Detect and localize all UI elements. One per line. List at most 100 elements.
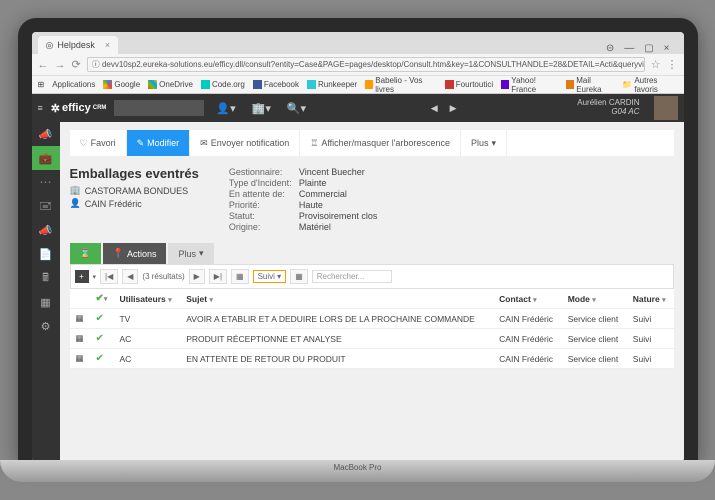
bookmark[interactable]: OneDrive	[148, 80, 193, 89]
menu-icon[interactable]: ⋮	[667, 58, 678, 71]
tab-plus[interactable]: Plus ▾	[168, 243, 213, 264]
record-title: Emballages eventrés	[70, 166, 199, 181]
forward-icon[interactable]: →	[55, 59, 66, 71]
back-icon[interactable]: ←	[38, 59, 49, 71]
bookmark-folder[interactable]: 📁 Autres favoris	[622, 76, 677, 94]
bookmark[interactable]: Runkeeper	[307, 80, 357, 89]
col-sujet[interactable]: Sujet ▾	[180, 289, 493, 309]
bookmark[interactable]: Code.org	[201, 80, 245, 89]
last-page-icon[interactable]: ▶|	[209, 269, 227, 284]
cell-user: TV	[113, 309, 180, 329]
first-page-icon[interactable]: |◀	[100, 269, 118, 284]
bookmark[interactable]: Facebook	[253, 80, 299, 89]
actions-table: ✔▾ Utilisateurs ▾ Sujet ▾ Contact ▾ Mode…	[70, 289, 674, 369]
cell-mode: Service client	[562, 349, 627, 369]
sidebar-item[interactable]: 📣	[32, 122, 60, 146]
app-topbar: ≡ ✲efficyCRM 👤▾ 🏢▾ 🔍▾ ◀ ▶ Aurélien CARDI…	[32, 94, 684, 122]
address-input[interactable]: ⓘ devv10sp2.eureka-solutions.eu/efficy.d…	[87, 57, 645, 72]
col-users[interactable]: Utilisateurs ▾	[113, 289, 180, 309]
star-icon[interactable]: ☆	[651, 58, 661, 71]
row-menu-icon[interactable]: ▦	[70, 349, 90, 369]
browser-tab[interactable]: ◎ Helpdesk ×	[38, 36, 119, 54]
prev-page-icon[interactable]: ◀	[122, 269, 138, 284]
row-menu-icon[interactable]: ▦	[70, 329, 90, 349]
cell-user: AC	[113, 349, 180, 369]
prev-icon[interactable]: ◀	[431, 103, 438, 114]
sidebar-item[interactable]: 📄	[32, 242, 60, 266]
bookmark[interactable]: Mail Eureka	[566, 76, 614, 94]
apps-icon[interactable]: ⊞	[38, 80, 45, 89]
url-bar: ← → ⟳ ⓘ devv10sp2.eureka-solutions.eu/ef…	[32, 54, 684, 76]
sub-tabs: ⌛ 📍 Actions Plus ▾	[70, 243, 674, 264]
user-code: G04 AC	[577, 108, 639, 117]
sidebar-item-active[interactable]: 💼	[32, 146, 60, 170]
sidebar-item[interactable]: ⚙	[32, 314, 60, 338]
info-icon: ⓘ	[92, 59, 100, 70]
browser-tabs: ◎ Helpdesk × ⊝ — ▢ ×	[32, 32, 684, 54]
user-icon[interactable]: 👤▾	[212, 102, 239, 115]
cell-sujet: AVOIR A ETABLIR ET A DEDUIRE LORS DE LA …	[180, 309, 493, 329]
close-window-icon[interactable]: ×	[664, 43, 670, 54]
bookmark[interactable]: Yahoo! France	[501, 76, 558, 94]
tab-actions[interactable]: 📍 Actions	[103, 243, 167, 264]
grid-search-input[interactable]: Rechercher...	[312, 270, 392, 283]
sidebar-item[interactable]: 📣	[32, 218, 60, 242]
check-icon: ✔	[90, 349, 114, 369]
grid-icon[interactable]: ▦	[231, 269, 249, 284]
global-search-input[interactable]	[114, 100, 204, 116]
minimize-icon[interactable]: —	[624, 43, 634, 54]
laptop-base: MacBook Pro	[0, 460, 715, 482]
url-text: devv10sp2.eureka-solutions.eu/efficy.dll…	[102, 60, 645, 69]
next-icon[interactable]: ▶	[450, 103, 457, 114]
bookmark[interactable]: Babelio - Vos livres	[365, 76, 437, 94]
building-icon[interactable]: 🏢▾	[248, 102, 275, 115]
search-icon[interactable]: 🔍▾	[283, 102, 310, 115]
bookmark[interactable]: Applications	[52, 80, 95, 89]
sidebar-item[interactable]: 🖩	[32, 266, 60, 290]
tab-timer[interactable]: ⌛	[70, 243, 101, 264]
cell-contact: CAIN Frédéric	[493, 309, 562, 329]
table-row[interactable]: ▦✔ACEN ATTENTE DE RETOUR DU PRODUITCAIN …	[70, 349, 674, 369]
modifier-button[interactable]: ✎ Modifier	[127, 130, 191, 156]
col-nature[interactable]: Nature ▾	[627, 289, 674, 309]
next-page-icon[interactable]: ▶	[189, 269, 205, 284]
row-menu-icon[interactable]: ▦	[70, 309, 90, 329]
close-icon[interactable]: ×	[105, 40, 110, 50]
cell-nature: Suivi	[627, 349, 674, 369]
menu-icon[interactable]: ≡	[38, 103, 43, 113]
table-row[interactable]: ▦✔TVAVOIR A ETABLIR ET A DEDUIRE LORS DE…	[70, 309, 674, 329]
cell-mode: Service client	[562, 309, 627, 329]
record-contact[interactable]: 👤 CAIN Frédéric	[70, 198, 199, 209]
grid-icon[interactable]: ▦	[290, 269, 308, 284]
cell-mode: Service client	[562, 329, 627, 349]
account-icon[interactable]: ⊝	[606, 43, 614, 54]
bookmark[interactable]: Fourtoutici	[445, 80, 493, 89]
sidebar-item[interactable]: ▦	[32, 290, 60, 314]
cell-sujet: EN ATTENTE DE RETOUR DU PRODUIT	[180, 349, 493, 369]
result-count: (3 résultats)	[142, 272, 184, 281]
arborescence-button[interactable]: ♖ Afficher/masquer l'arborescence	[300, 130, 461, 156]
user-block[interactable]: Aurélien CARDIN G04 AC	[577, 99, 639, 117]
avatar[interactable]	[654, 96, 678, 120]
cell-contact: CAIN Frédéric	[493, 329, 562, 349]
sidebar-item[interactable]: 🖃	[32, 194, 60, 218]
app-logo[interactable]: ✲efficyCRM	[51, 102, 107, 115]
bookmark[interactable]: Google	[103, 80, 140, 89]
favori-button[interactable]: ♡ Favori	[70, 130, 127, 156]
record-details: Gestionnaire:Vincent Buecher Type d'Inci…	[229, 166, 378, 233]
sidebar-more[interactable]: ⋯	[32, 170, 60, 194]
cell-nature: Suivi	[627, 329, 674, 349]
add-button[interactable]: +	[75, 270, 89, 283]
record-company[interactable]: 🏢 CASTORAMA BONDUES	[70, 185, 199, 196]
table-row[interactable]: ▦✔ACPRODUIT RÉCEPTIONNE ET ANALYSECAIN F…	[70, 329, 674, 349]
reload-icon[interactable]: ⟳	[72, 58, 81, 71]
maximize-icon[interactable]: ▢	[644, 43, 653, 54]
filter-select[interactable]: Suivi ▾	[253, 270, 287, 283]
col-mode[interactable]: Mode ▾	[562, 289, 627, 309]
check-icon: ✔	[90, 329, 114, 349]
sidebar: 📣 💼 ⋯ 🖃 📣 📄 🖩 ▦ ⚙	[32, 122, 60, 462]
grid-toolbar: +▾ |◀ ◀ (3 résultats) ▶ ▶| ▦ Suivi ▾ ▦ R…	[70, 264, 674, 289]
plus-button[interactable]: Plus ▾	[461, 130, 507, 156]
envoyer-button[interactable]: ✉ Envoyer notification	[190, 130, 300, 156]
col-contact[interactable]: Contact ▾	[493, 289, 562, 309]
